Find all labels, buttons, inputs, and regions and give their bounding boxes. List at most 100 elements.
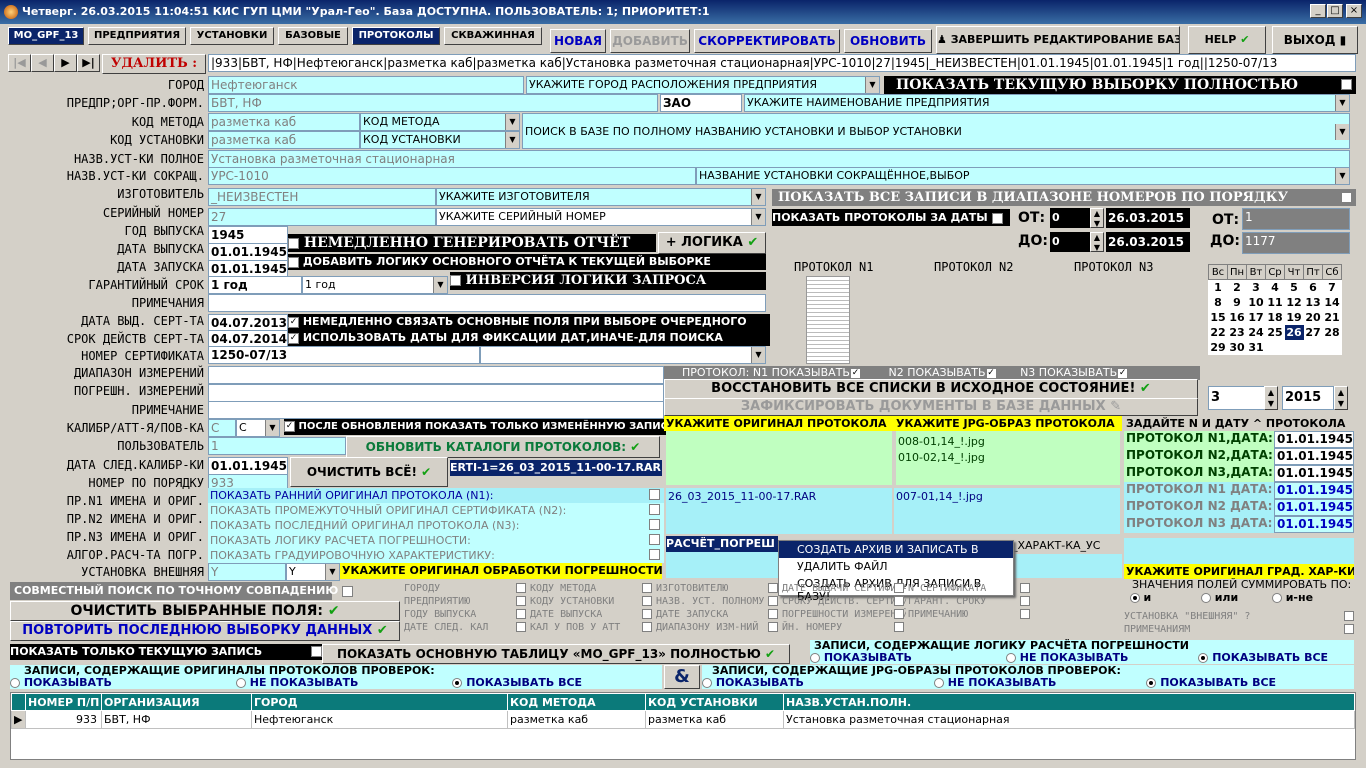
search-field-option[interactable]: ПРИМЕЧАНИЯМ [1124, 623, 1356, 636]
show-n2-checkbox[interactable]: ✓ [985, 367, 997, 379]
sum-not-radio[interactable] [1272, 593, 1283, 603]
tab-borehole[interactable]: СКВАЖИННАЯ [444, 27, 542, 45]
data-grid[interactable]: НОМЕР П/П ОРГАНИЗАЦИЯ ГОРОД КОД МЕТОДА КОД У… [10, 692, 1356, 760]
calendar-day[interactable]: 19 [1285, 310, 1304, 325]
calendar-day[interactable]: 5 [1285, 280, 1304, 295]
search-field-option[interactable]: КОДУ МЕТОДА [530, 582, 654, 595]
finish-editing-button[interactable]: ♟ ЗАВЕРШИТЬ РЕДАКТИРОВАНИЕ БАЗЫ [936, 26, 1180, 54]
calendar-day[interactable]: 27 [1304, 325, 1323, 340]
add-logic-button[interactable]: + ЛОГИКА ✔ [658, 232, 766, 254]
restore-lists-button[interactable]: ВОССТАНОВИТЬ ВСЕ СПИСКИ В ИСХОДНОЕ СОСТО… [664, 379, 1198, 399]
warranty-select[interactable]: 1 год ▼ [302, 276, 448, 294]
search-field-option[interactable]: СРОКУ ДЕЙСТВ. СЕРТИФИКАТА [782, 595, 906, 608]
calendar-day[interactable]: 21 [1323, 310, 1342, 325]
show-original-row[interactable]: ПОКАЗАТЬ ЛОГИКУ РАСЧЕТА ПОГРЕШНОСТИ: [208, 533, 664, 548]
jpg-file-item[interactable]: 007-01,14_!.jpg [896, 490, 1118, 504]
col-header[interactable]: ОРГАНИЗАЦИЯ [101, 693, 252, 711]
show-current-selection-button[interactable]: ПОКАЗАТЬ ТЕКУЩУЮ ВЫБОРКУ ПОЛНОСТЬЮ [884, 76, 1356, 94]
year-spin-field[interactable]: 2015 [1282, 386, 1334, 410]
calendar-day[interactable]: 29 [1209, 340, 1228, 355]
search-field-checkbox[interactable] [894, 622, 904, 632]
fix-documents-button[interactable]: ЗАФИКСИРОВАТЬ ДОКУМЕНТЫ В БАЗЕ ДАННЫХ ✎ [664, 398, 1198, 416]
serial-select[interactable]: УКАЖИТЕ СЕРИЙНЫЙ НОМЕР ▼ [436, 208, 766, 226]
calendar-day[interactable]: 11 [1266, 295, 1285, 310]
tab-mo-gpf-13[interactable]: MO_GPF_13 [8, 27, 84, 45]
search-field-checkbox[interactable] [1344, 611, 1354, 621]
notes-field[interactable] [208, 294, 766, 312]
note-field[interactable] [208, 401, 664, 419]
search-field-option[interactable]: ДАТЕ СЛЕД. КАЛ [404, 621, 528, 634]
show-n3-checkbox[interactable]: ✓ [1117, 367, 1129, 379]
clear-fields-button[interactable]: ОЧИСТИТЬ ВЫБРАННЫЕ ПОЛЯ: ✔ [10, 601, 400, 621]
calendar[interactable]: Вс Пн Вт Ср Чт Пт Сб 1 2 3 4 5 6 7 8 9 10 11 12 13 14 15 16 17 1… [1208, 264, 1342, 355]
calib-select[interactable]: С ▼ [236, 419, 280, 437]
calendar-day[interactable] [1323, 340, 1342, 355]
search-field-option[interactable]: ДАТЕ ВЫДАЧИ СЕРТИФИКАТА [782, 582, 906, 595]
search-field-checkbox[interactable] [768, 622, 778, 632]
unit-code-field[interactable]: разметка каб [208, 131, 360, 149]
repeat-selection-button[interactable]: ПОВТОРИТЬ ПОСЛЕДНЮЮ ВЫБОРКУ ДАННЫХ ✔ [10, 621, 400, 641]
calendar-day[interactable]: 16 [1228, 310, 1247, 325]
edit-button[interactable]: СКОРРЕКТИРОВАТЬ [694, 29, 840, 53]
col-header[interactable]: КОД УСТАНОВКИ [645, 693, 784, 711]
search-field-checkbox[interactable] [894, 609, 904, 619]
search-field-option[interactable]: УСТАНОВКА "ВНЕШНЯЯ" ? [1124, 610, 1356, 623]
calendar-day[interactable]: 3 [1247, 280, 1266, 295]
from-number-field[interactable]: 0 [1050, 208, 1090, 228]
unit-code-select[interactable]: КОД УСТАНОВКИ ▼ [360, 131, 520, 149]
method-field[interactable]: разметка каб [208, 113, 360, 131]
prev-record-button[interactable]: ◀ [31, 54, 54, 72]
calendar-day[interactable]: 4 [1266, 280, 1285, 295]
show-original-checkbox[interactable] [649, 549, 660, 560]
protocol-date-field[interactable]: 01.01.1945 [1274, 431, 1354, 448]
calendar-day[interactable]: 31 [1247, 340, 1266, 355]
search-field-option[interactable]: ЙН. НОМЕРУ [782, 621, 906, 634]
short-name-select[interactable]: НАЗВАНИЕ УСТАНОВКИ СОКРАЩЁННОЕ,ВЫБОР ▼ [696, 167, 1350, 185]
col-header[interactable]: КОД МЕТОДА [507, 693, 646, 711]
calendar-day[interactable]: 24 [1247, 325, 1266, 340]
from-number-spin[interactable]: ▲ ▼ [1090, 208, 1104, 228]
show-original-checkbox[interactable] [649, 489, 660, 500]
cell-city[interactable]: Нефтеюганск [251, 710, 508, 729]
delete-button[interactable]: УДАЛИТЬ : [102, 54, 206, 74]
protocol-date-field[interactable]: 01.01.1945 [1274, 516, 1354, 533]
search-field-checkbox[interactable] [516, 609, 526, 619]
show-original-row[interactable]: ПОКАЗАТЬ ПОСЛЕДНИЙ ОРИГИНАЛ ПРОТОКОЛА (N… [208, 518, 664, 533]
calendar-day[interactable] [1285, 340, 1304, 355]
serial-field[interactable]: 27 [208, 208, 436, 226]
help-button[interactable]: HELP ✔ [1188, 26, 1266, 54]
rar-list[interactable]: 26_03_2015_11-00-17.RAR [666, 488, 892, 534]
search-field-checkbox[interactable] [894, 596, 904, 606]
cell-number[interactable]: 933 [25, 710, 102, 729]
release-date-field[interactable]: 01.01.1945 [208, 243, 288, 261]
calendar-day[interactable]: 28 [1323, 325, 1342, 340]
search-field-checkbox[interactable] [768, 583, 778, 593]
jpg-protocol-list[interactable]: 008-01,14_!.jpg 010-02,14_!.jpg [896, 431, 1120, 485]
show-original-row[interactable]: ПОКАЗАТЬ ПРОМЕЖУТОЧНЫЙ ОРИГИНАЛ СЕРТИФИК… [208, 503, 664, 518]
link-fields-checkbox[interactable]: ✓ [288, 316, 299, 328]
orig-show-radio[interactable] [10, 678, 20, 688]
calendar-day[interactable]: 14 [1323, 295, 1342, 310]
calib-field[interactable]: С [208, 419, 236, 437]
minimize-button[interactable]: _ [1310, 4, 1326, 18]
col-header[interactable]: НОМЕР П/П [25, 693, 102, 711]
search-field-option[interactable]: ДАТЕ ЗАПУСКА [656, 608, 780, 621]
exit-button[interactable]: ВЫХОД ▮ [1272, 26, 1358, 54]
to-number-field[interactable]: 0 [1050, 232, 1090, 252]
orig-hide-radio[interactable] [235, 678, 246, 688]
range2-from-field[interactable]: 1 [1242, 208, 1350, 230]
show-current-checkbox[interactable] [1341, 79, 1352, 90]
jpg-protocol-header[interactable]: УКАЖИТЕ JPG-ОБРАЗ ПРОТОКОЛА [894, 416, 1122, 431]
range2-to-field[interactable]: 1177 [1242, 232, 1350, 254]
col-header[interactable]: ГОРОД [251, 693, 508, 711]
short-name-field[interactable]: УРС-1010 [208, 167, 696, 185]
calendar-day[interactable]: 22 [1209, 325, 1228, 340]
sum-and-radio[interactable] [1130, 593, 1140, 603]
show-main-table-button[interactable]: ПОКАЗАТЬ ОСНОВНУЮ ТАБЛИЦУ «MO_GPF_13» ПО… [322, 644, 790, 664]
search-field-option[interactable]: НАЗВ. УСТ. ПОЛНОМУ [656, 595, 780, 608]
calendar-day[interactable]: 6 [1304, 280, 1323, 295]
jpg-hide-radio[interactable] [933, 678, 944, 688]
protocol-1-thumbnail[interactable] [806, 276, 850, 364]
calendar-day[interactable]: 15 [1209, 310, 1228, 325]
show-original-checkbox[interactable] [649, 519, 660, 530]
